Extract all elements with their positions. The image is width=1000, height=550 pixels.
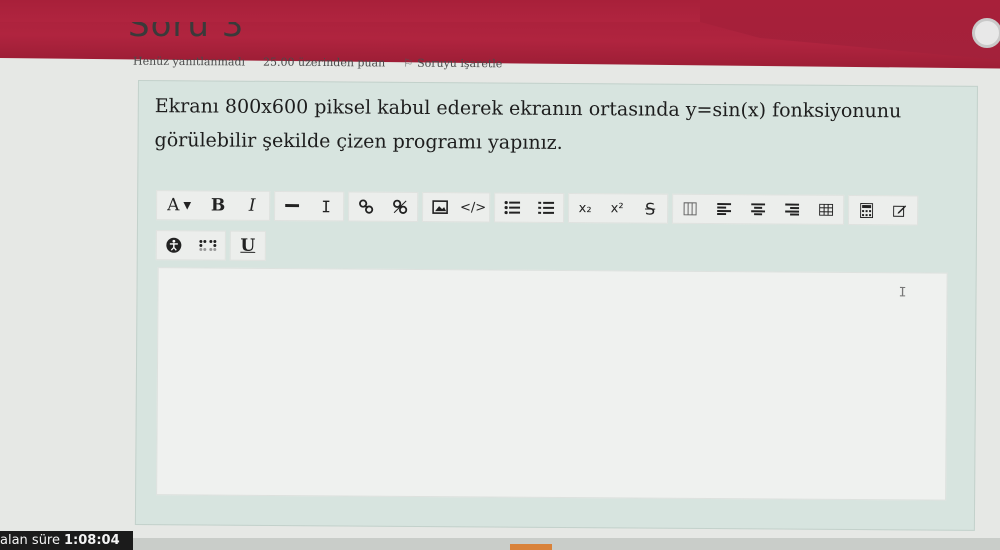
subscript-button[interactable]: x₂	[569, 193, 601, 223]
superscript-label: x²	[610, 200, 624, 216]
image-icon	[432, 200, 448, 214]
quiz-page: Soru 3 Henüz yanıtlanmadı 25.00 üzerinde…	[0, 0, 1000, 550]
text-cursor-icon: Ι	[321, 196, 332, 216]
toolbar-group-link	[348, 191, 419, 222]
unlink-button[interactable]	[383, 192, 417, 222]
question-points: 25.00 üzerinden puan	[263, 55, 386, 70]
edit-button[interactable]	[883, 195, 917, 225]
editor-toolbar: A ▼ B I Ι </> x₂ x² S	[156, 189, 926, 226]
toolbar-group-list	[494, 192, 565, 223]
superscript-button[interactable]: x²	[601, 193, 633, 223]
numbered-list-icon	[538, 201, 555, 215]
bullet-list-icon	[504, 200, 521, 215]
align-center-icon	[751, 203, 766, 216]
strikethrough-icon: S	[644, 199, 656, 219]
timer-label: alan süre	[0, 533, 60, 548]
taskbar-active-app[interactable]	[510, 544, 552, 550]
clear-format-button[interactable]: Ι	[309, 191, 343, 221]
italic-button[interactable]: I	[235, 191, 269, 221]
equation-button[interactable]	[849, 195, 883, 225]
chevron-down-icon: ▼	[183, 199, 192, 211]
answer-status: Henüz yanıtlanmadı	[132, 54, 246, 69]
toolbar-group-media: </>	[422, 191, 491, 223]
toolbar-group-underline: U	[229, 230, 266, 261]
underline-label: U	[240, 235, 256, 256]
link-button[interactable]	[349, 191, 383, 221]
unlink-icon	[392, 199, 408, 215]
answer-editor[interactable]: I	[156, 267, 948, 501]
bullet-list-button[interactable]	[495, 192, 529, 222]
question-text: Ekranı 800x600 piksel kabul ederek ekran…	[154, 95, 902, 154]
italic-label: I	[248, 195, 256, 216]
editor-toolbar-row2: U	[155, 229, 296, 262]
align-left-button[interactable]	[707, 194, 741, 224]
time-remaining: alan süre 1:08:04	[0, 531, 133, 550]
toolbar-group-align	[672, 193, 845, 225]
flag-question-label: Soruyu işaretle	[417, 56, 503, 71]
horizontal-rule-icon	[285, 204, 300, 208]
html-source-button[interactable]: </>	[457, 192, 489, 222]
toolbar-group-insert: Ι	[274, 190, 345, 222]
table-icon	[819, 203, 834, 216]
numbered-list-button[interactable]	[529, 193, 563, 223]
align-left-icon	[717, 203, 732, 216]
calculator-icon	[859, 202, 873, 218]
question-box: Ekranı 800x600 piksel kabul ederek ekran…	[134, 80, 978, 531]
text-cursor-icon: I	[898, 285, 907, 301]
align-right-icon	[785, 203, 800, 216]
underline-button[interactable]: U	[231, 231, 265, 261]
insert-image-button[interactable]	[423, 192, 457, 222]
toolbar-group-tools	[848, 194, 919, 226]
align-right-button[interactable]	[775, 194, 809, 224]
accessibility-icon	[166, 237, 182, 253]
os-taskbar	[133, 538, 1000, 550]
link-icon	[358, 199, 374, 215]
screenreader-button[interactable]	[191, 230, 225, 260]
question-meta: Henüz yanıtlanmadı 25.00 üzerinden puan …	[133, 55, 502, 71]
flag-question-link[interactable]: ⚐ Soruyu işaretle	[403, 57, 502, 71]
strikethrough-button[interactable]: S	[633, 193, 667, 223]
toolbar-group-access	[155, 230, 226, 261]
braille-icon	[199, 239, 217, 252]
user-avatar[interactable]	[972, 18, 1000, 48]
font-style-button[interactable]: A ▼	[157, 190, 201, 220]
table-button[interactable]	[809, 195, 843, 225]
accessibility-button[interactable]	[157, 230, 191, 260]
horizontal-rule-button[interactable]	[275, 191, 309, 221]
edit-icon	[893, 203, 907, 217]
toolbar-group-script: x₂ x² S	[568, 193, 669, 224]
toolbar-group-font: A ▼ B I	[156, 190, 271, 221]
bold-label: B	[210, 195, 226, 216]
bold-button[interactable]: B	[201, 190, 235, 220]
timer-value: 1:08:04	[64, 533, 120, 548]
ltr-button[interactable]	[673, 194, 707, 224]
flag-icon: ⚐	[403, 56, 414, 70]
columns-icon	[683, 202, 697, 216]
subscript-label: x₂	[578, 200, 592, 216]
font-style-label: A	[167, 195, 180, 216]
align-center-button[interactable]	[741, 194, 775, 224]
code-icon: </>	[459, 199, 487, 215]
